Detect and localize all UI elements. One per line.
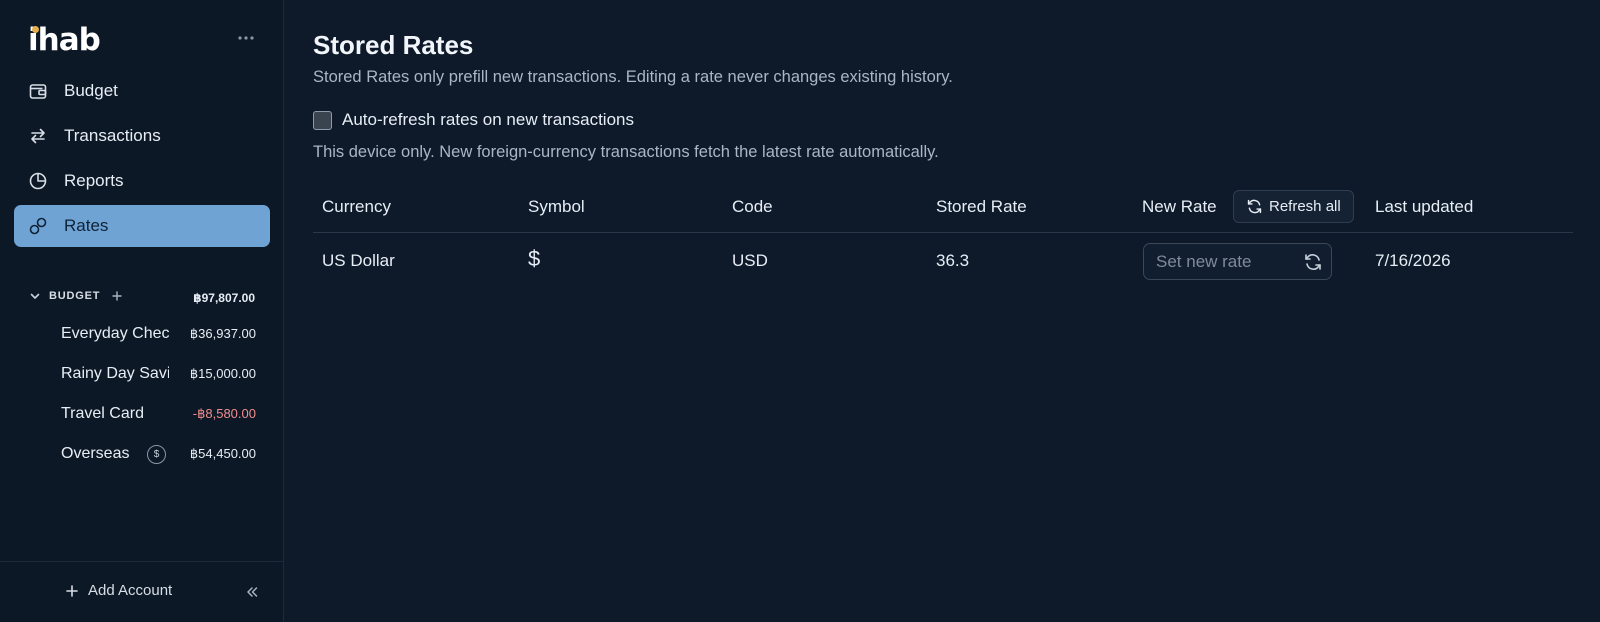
new-rate-input[interactable] bbox=[1144, 244, 1294, 279]
add-account-label: Add Account bbox=[88, 582, 173, 599]
sidebar-item-label: Budget bbox=[64, 81, 118, 100]
device-note: This device only. New foreign-currency t… bbox=[313, 143, 939, 161]
auto-refresh-toggle[interactable]: Auto-refresh rates on new transactions bbox=[313, 110, 634, 130]
more-options-icon[interactable] bbox=[234, 28, 258, 48]
sidebar-footer: Add Account bbox=[0, 561, 284, 622]
column-header-code: Code bbox=[732, 197, 773, 216]
page-subtitle: Stored Rates only prefill new transactio… bbox=[313, 68, 953, 86]
sidebar-item-budget[interactable]: Budget bbox=[14, 70, 270, 112]
table-row: US Dollar $ USD 36.3 7/16/2026 bbox=[313, 233, 1573, 291]
table-header: Currency Symbol Code Stored Rate New Rat… bbox=[313, 189, 1573, 233]
plus-icon bbox=[64, 583, 80, 599]
add-account-button[interactable]: Add Account bbox=[64, 582, 172, 599]
page-title: Stored Rates bbox=[313, 30, 474, 60]
account-item[interactable]: Rainy Day Savings ฿15,000.00 bbox=[61, 363, 256, 385]
auto-refresh-label: Auto-refresh rates on new transactions bbox=[342, 110, 634, 129]
code-cell: USD bbox=[732, 251, 768, 270]
account-group-total: ฿97,807.00 bbox=[193, 291, 255, 305]
sidebar-item-reports[interactable]: Reports bbox=[14, 160, 270, 202]
refresh-icon bbox=[1246, 198, 1263, 215]
last-updated-cell: 7/16/2026 bbox=[1375, 251, 1451, 270]
refresh-rate-icon[interactable] bbox=[1303, 252, 1323, 272]
column-header-new-rate: New Rate bbox=[1142, 197, 1217, 216]
sidebar-item-label: Reports bbox=[64, 171, 124, 190]
account-name: Rainy Day Savings bbox=[61, 365, 169, 382]
account-name: Overseas bbox=[61, 445, 130, 462]
column-header-stored-rate: Stored Rate bbox=[936, 197, 1027, 216]
sidebar-nav: Budget Transactions Reports Rates bbox=[14, 70, 270, 250]
account-item[interactable]: Travel Card -฿8,580.00 bbox=[61, 403, 256, 425]
sidebar-item-transactions[interactable]: Transactions bbox=[14, 115, 270, 157]
sidebar-item-rates[interactable]: Rates bbox=[14, 205, 270, 247]
auto-refresh-checkbox[interactable] bbox=[313, 110, 332, 130]
column-header-last-updated: Last updated bbox=[1375, 197, 1474, 216]
sidebar: ihab Budget Transactions Reports Rates B… bbox=[0, 0, 284, 622]
refresh-all-button[interactable]: Refresh all bbox=[1233, 190, 1354, 223]
column-header-currency: Currency bbox=[322, 197, 391, 216]
arrows-swap-icon bbox=[28, 126, 48, 146]
pie-chart-icon bbox=[28, 171, 48, 191]
refresh-all-label: Refresh all bbox=[1269, 198, 1341, 215]
account-balance: ฿54,450.00 bbox=[189, 446, 256, 461]
account-item[interactable]: Overseas $ ฿54,450.00 bbox=[61, 443, 256, 465]
add-icon[interactable] bbox=[110, 289, 124, 303]
account-balance: ฿15,000.00 bbox=[189, 366, 256, 381]
wallet-icon bbox=[28, 81, 48, 101]
chevron-down-icon[interactable] bbox=[28, 289, 42, 303]
sidebar-item-label: Rates bbox=[64, 216, 109, 235]
account-name: Everyday Checking bbox=[61, 325, 169, 342]
column-header-symbol: Symbol bbox=[528, 197, 585, 216]
logo-dot bbox=[32, 26, 39, 33]
account-name: Travel Card bbox=[61, 405, 144, 422]
currency-cell: US Dollar bbox=[322, 251, 395, 270]
rates-table: Currency Symbol Code Stored Rate New Rat… bbox=[313, 189, 1573, 291]
new-rate-field bbox=[1143, 243, 1332, 280]
account-balance: ฿36,937.00 bbox=[189, 326, 256, 341]
account-balance: -฿8,580.00 bbox=[192, 406, 256, 421]
account-item[interactable]: Everyday Checking ฿36,937.00 bbox=[61, 323, 256, 345]
collapse-sidebar-icon[interactable] bbox=[244, 584, 260, 600]
account-group-name: BUDGET bbox=[49, 290, 101, 302]
foreign-currency-badge: $ bbox=[147, 445, 166, 464]
stored-rate-cell: 36.3 bbox=[936, 251, 970, 270]
currency-exchange-icon bbox=[28, 216, 48, 236]
sidebar-item-label: Transactions bbox=[64, 126, 161, 145]
symbol-cell: $ bbox=[528, 246, 541, 271]
